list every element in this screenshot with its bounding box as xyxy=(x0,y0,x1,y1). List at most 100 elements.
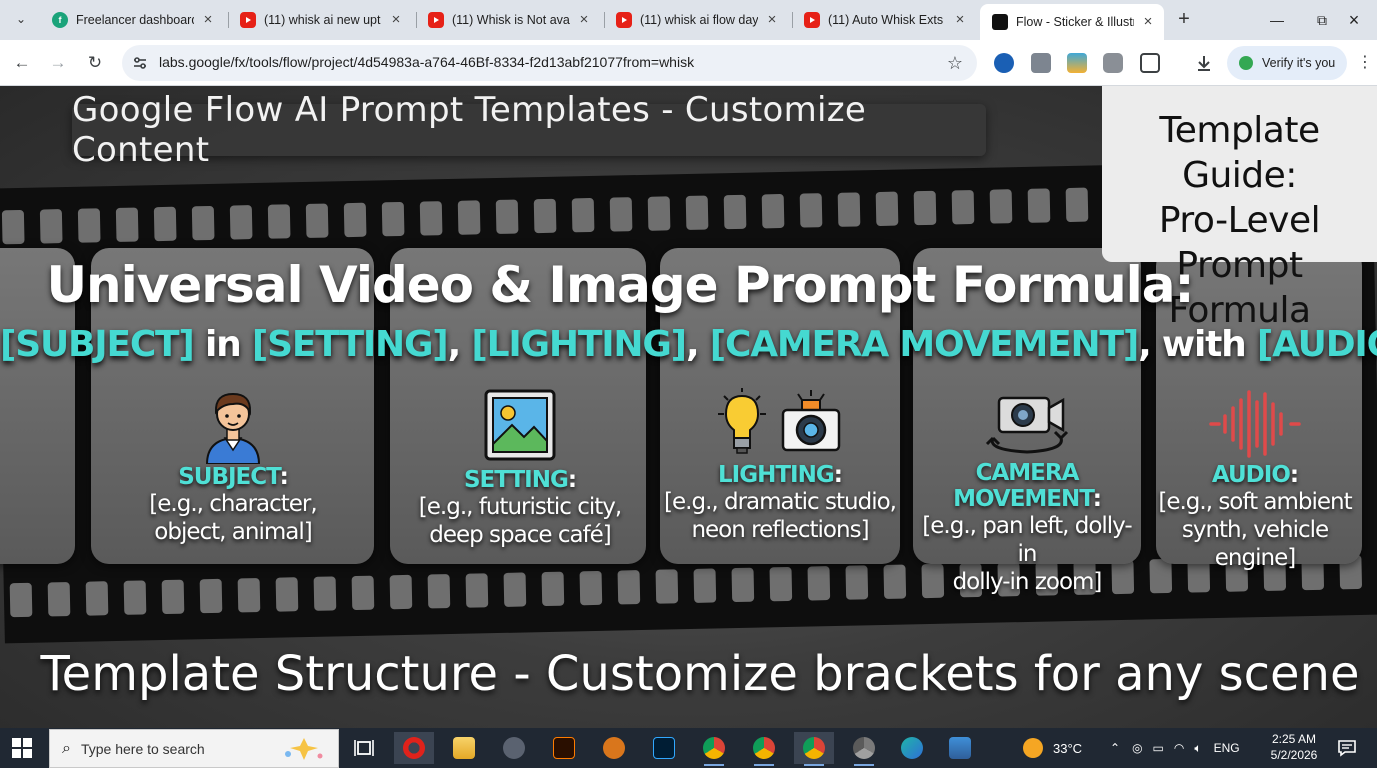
card-camera-movement: CAMERA MOVEMENT: [e.g., pan left, dolly-… xyxy=(913,388,1141,596)
tab-auto-whisk[interactable]: (11) Auto Whisk Exts × xyxy=(792,4,976,36)
menu-kebab-icon[interactable]: ⋮ xyxy=(1357,51,1373,75)
tab-whisk-new-update[interactable]: (11) whisk ai new upt × xyxy=(228,4,412,36)
taskbar-app-explorer[interactable] xyxy=(444,732,484,764)
taskbar-app-game[interactable] xyxy=(594,732,634,764)
battery-icon[interactable]: ▭ xyxy=(1153,741,1164,755)
tab-title: (11) Whisk is Not avai xyxy=(452,13,570,27)
tab-freelancer-dashboard[interactable]: f Freelancer dashboard × xyxy=(40,4,224,36)
language-indicator[interactable]: ENG xyxy=(1214,741,1240,755)
download-icon[interactable] xyxy=(1194,53,1214,73)
system-tray[interactable]: ⌃ ◎ ▭ ◠ 🔈︎ ENG xyxy=(1110,728,1240,768)
profile-avatar-icon xyxy=(1239,56,1253,70)
address-bar[interactable]: labs.google/fx/tools/flow/project/4d5498… xyxy=(122,45,977,81)
verify-profile-button[interactable]: Verify it's you xyxy=(1227,46,1347,80)
tab-whisk-flow-day[interactable]: (11) whisk ai flow day × xyxy=(604,4,788,36)
extension-shield-icon[interactable] xyxy=(994,53,1014,73)
taskbar-app-photo-viewer[interactable] xyxy=(940,732,980,764)
close-icon[interactable]: × xyxy=(576,12,592,28)
game-icon xyxy=(603,737,625,759)
card-desc-line: object, animal] xyxy=(154,519,312,545)
chevron-up-icon[interactable]: ⌃ xyxy=(1110,741,1120,755)
taskbar-search-box[interactable]: ⌕ Type here to search xyxy=(49,729,339,768)
reload-button[interactable]: ↻ xyxy=(81,49,109,77)
card-label-text: CAMERA MOVEMENT xyxy=(953,460,1094,512)
meet-icon[interactable]: ◎ xyxy=(1132,741,1142,755)
forward-button[interactable]: → xyxy=(44,49,72,77)
film-hole xyxy=(77,208,101,243)
close-icon[interactable]: × xyxy=(200,12,216,28)
site-info-icon[interactable] xyxy=(128,51,152,75)
card-desc: [e.g., futuristic city, deep space café] xyxy=(400,493,640,549)
taskbar-app-opera[interactable] xyxy=(394,732,434,764)
film-hole xyxy=(199,578,223,614)
chrome-icon xyxy=(703,737,725,759)
taskbar-app-illustrator[interactable] xyxy=(544,732,584,764)
taskbar-app-edge[interactable] xyxy=(892,732,932,764)
film-hole xyxy=(913,190,937,226)
extension-image-icon[interactable] xyxy=(1031,53,1051,73)
film-hole xyxy=(617,570,641,605)
back-button[interactable]: ← xyxy=(8,49,36,77)
film-hole xyxy=(351,575,375,611)
notification-icon[interactable] xyxy=(1337,738,1357,758)
formula-audio: [AUDIO] xyxy=(1256,324,1377,365)
formula-subject: [SUBJECT] xyxy=(0,324,195,365)
tab-search-button[interactable]: ⌄ xyxy=(8,6,34,32)
camera-rotate-icon xyxy=(985,396,1069,454)
weather-widget[interactable]: 33°C xyxy=(1023,728,1082,768)
film-hole xyxy=(875,191,899,227)
card-desc: [e.g., soft ambient synth, vehicle engin… xyxy=(1152,488,1358,572)
edge-icon xyxy=(901,737,923,759)
volume-icon[interactable]: 🔈︎ xyxy=(1194,741,1201,756)
extension-camera-icon[interactable] xyxy=(1103,53,1123,73)
film-hole xyxy=(381,201,405,237)
taskbar-app-photos[interactable] xyxy=(494,732,534,764)
taskbar-app-chrome-3[interactable] xyxy=(794,732,834,766)
taskbar-app-photoshop[interactable] xyxy=(644,732,684,764)
card-setting: SETTING: [e.g., futuristic city, deep sp… xyxy=(400,386,640,549)
close-icon[interactable]: × xyxy=(388,12,404,28)
card-label-text: SETTING xyxy=(463,467,569,493)
card-label-text: SUBJECT xyxy=(178,464,280,490)
film-hole xyxy=(609,197,633,232)
formula-headline: Universal Video & Image Prompt Formula: xyxy=(46,256,1194,314)
taskbar-app-chrome-4[interactable] xyxy=(844,732,884,766)
video-frame[interactable]: Google Flow AI Prompt Templates - Custom… xyxy=(0,86,1377,728)
taskbar-app-chrome-1[interactable] xyxy=(694,732,734,766)
card-subject: SUBJECT: [e.g., character, object, anima… xyxy=(111,386,355,546)
film-hole xyxy=(237,578,261,613)
youtube-icon xyxy=(616,12,632,28)
formula-lighting: [LIGHTING] xyxy=(471,324,687,365)
tab-whisk-not-available[interactable]: (11) Whisk is Not avai × xyxy=(416,4,600,36)
task-view-button[interactable] xyxy=(344,732,384,764)
bookmark-star-icon[interactable]: ☆ xyxy=(943,51,967,75)
film-hole xyxy=(275,577,299,612)
url-text[interactable]: labs.google/fx/tools/flow/project/4d5498… xyxy=(159,54,694,70)
bottom-title: Template Structure - Customize brackets … xyxy=(40,646,1360,702)
close-window-button[interactable]: × xyxy=(1331,0,1377,40)
new-tab-button[interactable]: + xyxy=(1172,7,1196,31)
card-label-text: LIGHTING xyxy=(718,462,835,488)
task-view-icon xyxy=(354,740,374,756)
wifi-icon[interactable]: ◠ xyxy=(1174,741,1184,755)
image-viewer-icon xyxy=(949,737,971,759)
chrome-icon xyxy=(853,737,875,759)
minimize-button[interactable]: — xyxy=(1254,0,1300,40)
flow-icon xyxy=(992,14,1008,30)
taskbar-clock[interactable]: 2:25 AM 5/2/2026 xyxy=(1264,731,1324,763)
extension-landscape-icon[interactable] xyxy=(1067,53,1087,73)
taskbar-app-chrome-2[interactable] xyxy=(744,732,784,766)
close-icon[interactable]: × xyxy=(1140,14,1156,30)
card-desc-line: synth, vehicle engine] xyxy=(1181,517,1329,571)
windows-start-icon[interactable] xyxy=(12,738,32,758)
close-icon[interactable]: × xyxy=(764,12,780,28)
minimize-icon: — xyxy=(1270,12,1284,28)
card-label-colon: : xyxy=(279,464,289,490)
film-hole xyxy=(951,189,975,225)
extensions-puzzle-icon[interactable] xyxy=(1140,53,1160,73)
card-desc-line: [e.g., futuristic city, xyxy=(418,494,622,520)
tab-flow-active[interactable]: Flow - Sticker & Illustr × xyxy=(980,4,1164,40)
tab-title: Freelancer dashboard xyxy=(76,13,194,27)
film-hole xyxy=(761,193,785,229)
close-icon[interactable]: × xyxy=(952,12,968,28)
